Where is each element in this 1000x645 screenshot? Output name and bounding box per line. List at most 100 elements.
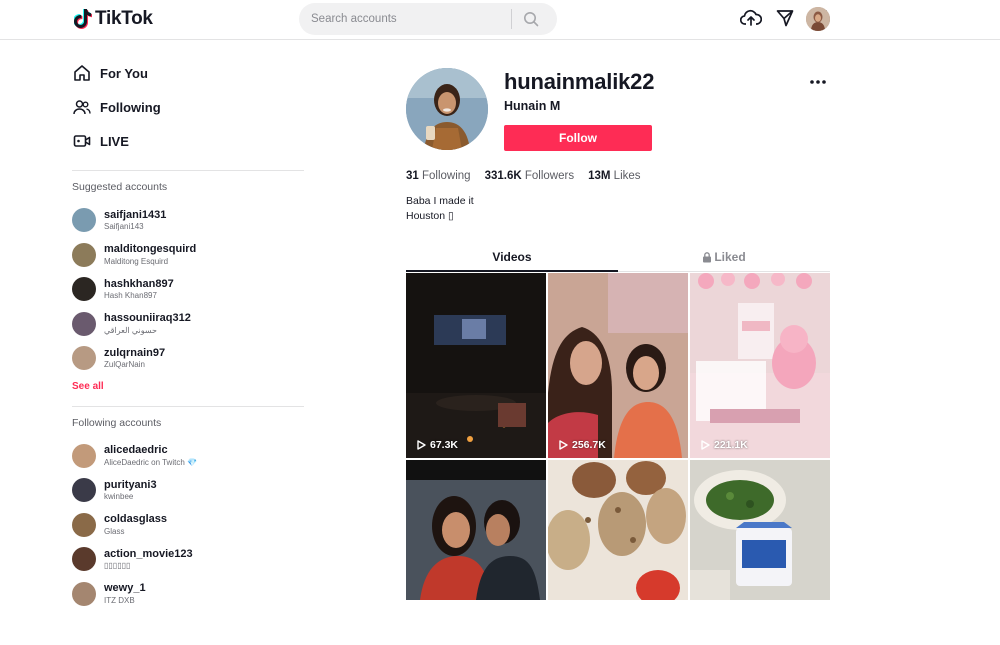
user-avatar[interactable]: [806, 7, 830, 31]
video-grid: 67.3K 256.7K 221.1K: [406, 273, 830, 606]
account-username: zulqrnain97: [104, 346, 166, 359]
view-count: 67.3K: [417, 439, 458, 451]
nav-live[interactable]: LIVE: [72, 124, 304, 158]
video-thumbnail[interactable]: [406, 460, 546, 645]
profile-stats: 31 Following 331.6K Followers 13M Likes: [406, 170, 641, 182]
following-account[interactable]: action_movie123 ▯▯▯▯▯▯: [72, 542, 304, 577]
account-name: AliceDaedric on Twitch 💎: [104, 457, 197, 467]
more-horizontal-icon: [810, 80, 826, 84]
avatar: [72, 208, 96, 233]
account-username: hassouniiraq312: [104, 312, 191, 325]
account-name: حسوني العراقي: [104, 325, 157, 335]
users-icon: [72, 97, 92, 117]
avatar: [72, 311, 96, 336]
see-all-link[interactable]: See all: [72, 381, 104, 392]
sidebar-divider: [72, 170, 304, 171]
following-account[interactable]: purityani3 kwinbee: [72, 473, 304, 508]
bio-line: Houston ▯: [406, 210, 454, 222]
stat-label: Likes: [613, 170, 641, 182]
suggested-account[interactable]: hassouniiraq312 حسوني العراقي: [72, 307, 304, 342]
avatar: [72, 277, 96, 302]
search-button[interactable]: [512, 3, 550, 35]
video-thumbnail-image: [548, 273, 688, 458]
profile-photo: [406, 68, 488, 150]
nav-label: For You: [100, 65, 148, 81]
tab-label: Liked: [714, 250, 746, 264]
account-username: action_movie123: [104, 547, 193, 560]
account-name: ITZ DXB: [104, 595, 135, 605]
lock-icon: [703, 252, 712, 263]
view-count: 256.7K: [559, 439, 606, 451]
paper-plane-icon: [776, 10, 794, 27]
account-name: kwinbee: [104, 492, 134, 502]
account-name: Hash Khan897: [104, 291, 157, 301]
cloud-upload-icon: [740, 9, 762, 26]
play-icon: [559, 440, 568, 450]
following-accounts-title: Following accounts: [72, 416, 162, 429]
suggested-account[interactable]: malditongesquird Malditong Esquird: [72, 238, 304, 273]
account-name: Saifjani143: [104, 222, 144, 232]
avatar-image: [806, 7, 830, 31]
tab-liked[interactable]: Liked: [618, 244, 830, 271]
following-account[interactable]: alicedaedric AliceDaedric on Twitch 💎: [72, 439, 304, 474]
following-account[interactable]: wewy_1 ITZ DXB: [72, 577, 304, 612]
profile-username: hunainmalik22: [504, 69, 655, 94]
view-count: 221.1K: [701, 439, 748, 451]
home-icon: [72, 63, 92, 83]
nav-label: Following: [100, 99, 161, 115]
play-icon: [701, 440, 710, 450]
account-name: Glass: [104, 526, 125, 536]
tiktok-logo-icon: [74, 9, 92, 29]
suggested-accounts-title: Suggested accounts: [72, 181, 168, 193]
upload-button[interactable]: [740, 7, 762, 29]
messages-button[interactable]: [774, 7, 796, 29]
sidebar-divider: [72, 405, 304, 407]
live-icon: [72, 131, 92, 151]
more-options-button[interactable]: [806, 72, 830, 92]
search-input[interactable]: [299, 3, 511, 35]
video-thumbnail[interactable]: [548, 460, 688, 645]
avatar: [72, 346, 96, 371]
view-count-value: 67.3K: [430, 439, 459, 451]
account-name: ZulQarNain: [104, 360, 145, 370]
search-icon: [524, 12, 539, 27]
video-thumbnail-image: [406, 273, 546, 458]
video-thumbnail-image: [690, 460, 830, 600]
avatar: [72, 547, 96, 572]
nav-for-you[interactable]: For You: [72, 56, 304, 90]
account-username: malditongesquird: [104, 243, 197, 256]
video-thumbnail[interactable]: 221.1K: [690, 273, 830, 458]
video-thumbnail[interactable]: 67.3K: [406, 273, 546, 458]
stat-value: 331.6K: [484, 170, 522, 182]
following-account[interactable]: coldasglass Glass: [72, 508, 304, 543]
search-bar: [299, 3, 557, 35]
nav-label: LIVE: [100, 133, 129, 149]
profile-avatar[interactable]: [406, 68, 488, 150]
account-username: wewy_1: [104, 582, 146, 595]
bio-line: Baba I made it: [406, 195, 474, 207]
tab-videos[interactable]: Videos: [406, 244, 618, 272]
account-name: ▯▯▯▯▯▯: [104, 561, 131, 571]
suggested-account[interactable]: zulqrnain97 ZulQarNain: [72, 341, 304, 376]
profile-display-name: Hunain M: [504, 99, 561, 113]
suggested-account[interactable]: hashkhan897 Hash Khan897: [72, 272, 304, 307]
stat-followers[interactable]: 331.6K Followers: [485, 170, 575, 182]
account-name: Malditong Esquird: [104, 256, 169, 266]
tiktok-logo[interactable]: TikTok: [74, 8, 153, 30]
tab-label: Videos: [492, 250, 532, 264]
stat-label: Followers: [524, 170, 575, 182]
avatar: [72, 512, 96, 537]
account-username: hashkhan897: [104, 277, 174, 290]
video-thumbnail[interactable]: 256.7K: [548, 273, 688, 458]
video-thumbnail-image: [690, 273, 830, 458]
stat-label: Following: [422, 170, 471, 182]
nav-following[interactable]: Following: [72, 90, 304, 124]
stat-following[interactable]: 31 Following: [406, 170, 471, 182]
video-thumbnail[interactable]: [690, 460, 830, 645]
avatar: [72, 443, 96, 468]
follow-button[interactable]: Follow: [504, 125, 652, 151]
avatar: [72, 478, 96, 503]
profile-bio: Baba I made it Houston ▯: [406, 194, 474, 224]
suggested-account[interactable]: saifjani1431 Saifjani143: [72, 203, 304, 238]
view-count-value: 221.1K: [714, 439, 748, 451]
